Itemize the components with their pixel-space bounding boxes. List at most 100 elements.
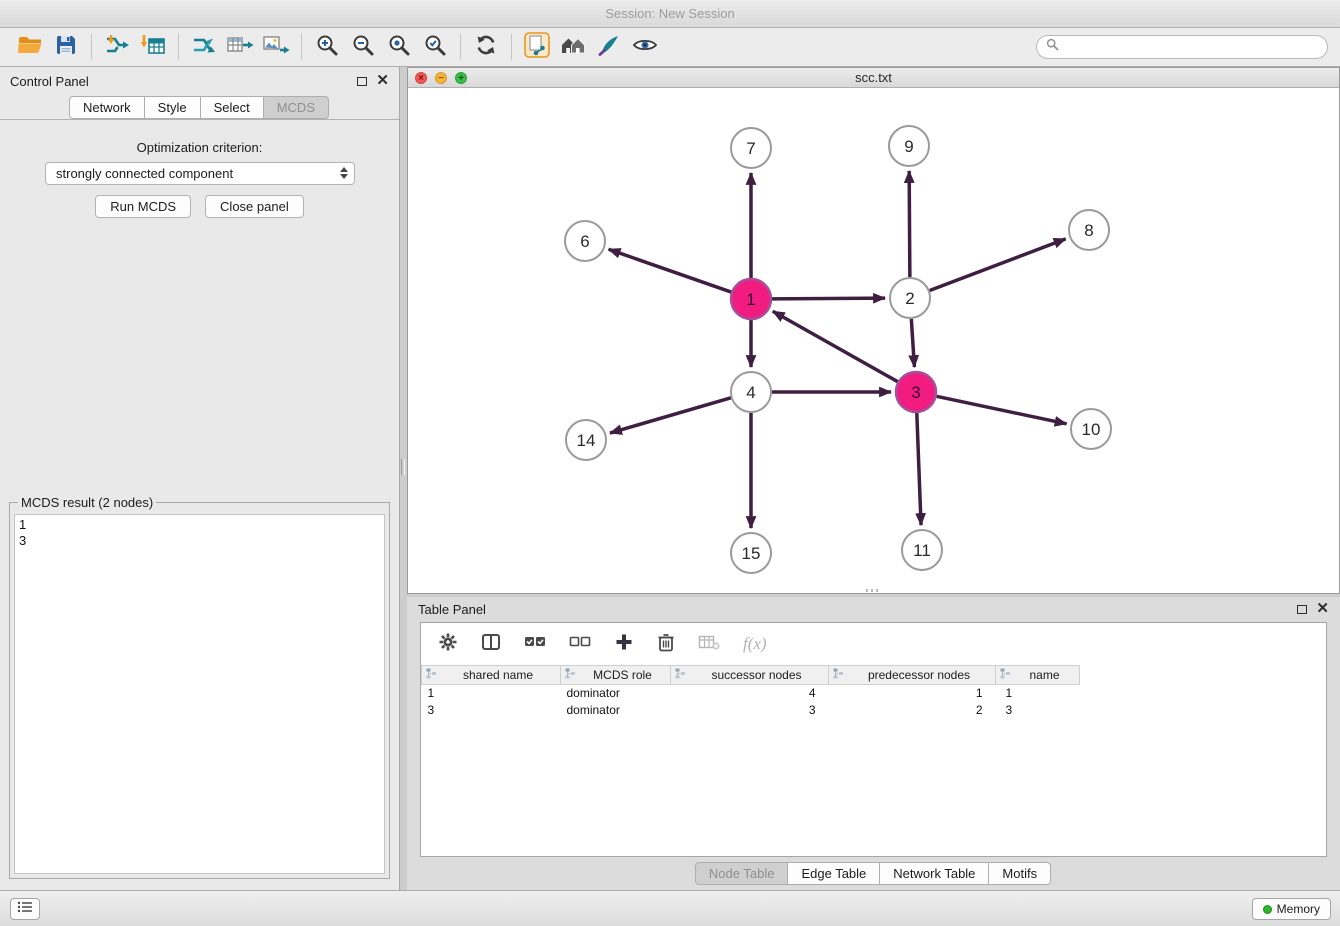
export-image-button[interactable] bbox=[258, 31, 294, 63]
task-history-button[interactable] bbox=[10, 898, 40, 920]
apply-style-icon bbox=[597, 33, 621, 62]
panel-splitter[interactable] bbox=[400, 67, 407, 890]
graph-edge-3-1[interactable] bbox=[773, 311, 898, 381]
network-snapshot-icon bbox=[524, 32, 550, 63]
graph-node-2[interactable]: 2 bbox=[890, 278, 930, 318]
search-field[interactable] bbox=[1036, 35, 1328, 59]
optimization-criterion-label: Optimization criterion: bbox=[0, 140, 399, 155]
graph-edge-4-14[interactable] bbox=[610, 398, 731, 433]
close-panel-icon[interactable]: ✕ bbox=[376, 76, 389, 86]
zoom-fit-icon bbox=[387, 33, 411, 62]
deselect-all-icon[interactable] bbox=[569, 633, 591, 656]
network-snapshot-button[interactable] bbox=[519, 31, 555, 63]
table-row[interactable]: 3dominator323 bbox=[422, 702, 1080, 719]
mcds-result-item[interactable]: 1 bbox=[19, 517, 380, 533]
apply-style-button[interactable] bbox=[591, 31, 627, 63]
tab-network[interactable]: Network bbox=[69, 96, 145, 119]
tab-network-table[interactable]: Network Table bbox=[879, 862, 989, 885]
column-header-successor-nodes[interactable]: successor nodes bbox=[671, 666, 829, 685]
graph-node-15[interactable]: 15 bbox=[731, 533, 771, 573]
open-session-button[interactable] bbox=[12, 31, 48, 63]
graph-edge-2-8[interactable] bbox=[930, 239, 1066, 291]
graph-node-1[interactable]: 1 bbox=[731, 279, 771, 319]
graph-node-9[interactable]: 9 bbox=[889, 126, 929, 166]
splitter-grip-icon bbox=[401, 459, 405, 475]
table-row[interactable]: 1dominator411 bbox=[422, 685, 1080, 702]
control-panel-tabs: NetworkStyleSelectMCDS bbox=[0, 95, 399, 120]
table-panel-header: Table Panel ✕ bbox=[407, 597, 1340, 621]
column-header-name[interactable]: name bbox=[996, 666, 1080, 685]
run-mcds-button[interactable]: Run MCDS bbox=[95, 195, 191, 218]
tab-select[interactable]: Select bbox=[200, 96, 264, 119]
graph-edge-3-10[interactable] bbox=[937, 396, 1067, 423]
tab-mcds[interactable]: MCDS bbox=[263, 96, 329, 119]
graph-edge-2-9[interactable] bbox=[909, 171, 910, 277]
graph-edge-3-11[interactable] bbox=[917, 413, 921, 525]
tab-motifs[interactable]: Motifs bbox=[988, 862, 1051, 885]
graph-edge-2-3[interactable] bbox=[911, 319, 914, 367]
float-table-panel-icon[interactable] bbox=[1297, 605, 1307, 614]
tab-style[interactable]: Style bbox=[144, 96, 201, 119]
settings-icon[interactable] bbox=[438, 632, 458, 657]
graph-node-14[interactable]: 14 bbox=[566, 420, 606, 460]
zoom-out-button[interactable] bbox=[345, 31, 381, 63]
tab-node-table[interactable]: Node Table bbox=[695, 862, 789, 885]
refresh-button[interactable] bbox=[468, 31, 504, 63]
graph-node-3[interactable]: 3 bbox=[896, 372, 936, 412]
graph-node-11[interactable]: 11 bbox=[902, 530, 942, 570]
svg-text:10: 10 bbox=[1082, 420, 1101, 439]
import-table-button[interactable] bbox=[135, 31, 171, 63]
show-graphics-details-button[interactable] bbox=[627, 31, 663, 63]
graph-edge-1-6[interactable] bbox=[609, 249, 732, 292]
control-panel-header: Control Panel ✕ bbox=[0, 67, 399, 95]
zoom-out-icon bbox=[351, 33, 375, 62]
sort-icon bbox=[426, 668, 437, 682]
tab-edge-table[interactable]: Edge Table bbox=[787, 862, 880, 885]
zoom-fit-button[interactable] bbox=[381, 31, 417, 63]
delete-column-icon[interactable] bbox=[657, 632, 675, 657]
delete-table-icon[interactable] bbox=[698, 633, 720, 656]
memory-button[interactable]: Memory bbox=[1252, 898, 1331, 920]
graph-node-4[interactable]: 4 bbox=[731, 372, 771, 412]
column-header-shared-name[interactable]: shared name bbox=[422, 666, 561, 685]
first-neighbors-button[interactable] bbox=[555, 31, 591, 63]
svg-text:4: 4 bbox=[746, 383, 755, 402]
sort-icon bbox=[1000, 668, 1011, 682]
close-panel-button[interactable]: Close panel bbox=[205, 195, 304, 218]
column-header-predecessor-nodes[interactable]: predecessor nodes bbox=[829, 666, 996, 685]
table-panel-tabs: Node TableEdge TableNetwork TableMotifs bbox=[407, 862, 1340, 885]
mcds-result-list[interactable]: 13 bbox=[14, 514, 385, 874]
search-input[interactable] bbox=[1064, 40, 1318, 55]
mcds-result-item[interactable]: 3 bbox=[19, 533, 380, 549]
graph-node-8[interactable]: 8 bbox=[1069, 210, 1109, 250]
float-panel-icon[interactable] bbox=[357, 77, 367, 86]
zoom-in-button[interactable] bbox=[309, 31, 345, 63]
new-network-button[interactable] bbox=[186, 31, 222, 63]
network-canvas[interactable]: 7 9 6 8 1 2 4 3 14 10 15 11 bbox=[408, 88, 1339, 593]
network-window-title: scc.txt bbox=[855, 70, 892, 85]
table-panel-title: Table Panel bbox=[418, 602, 486, 617]
close-window-icon[interactable]: × bbox=[415, 72, 427, 84]
toolbar-separator bbox=[301, 34, 302, 60]
maximize-window-icon[interactable]: + bbox=[455, 72, 467, 84]
graph-node-7[interactable]: 7 bbox=[731, 128, 771, 168]
function-builder-icon[interactable]: f(x) bbox=[743, 634, 767, 654]
graph-node-6[interactable]: 6 bbox=[565, 221, 605, 261]
toolbar-separator bbox=[91, 34, 92, 60]
add-column-icon[interactable] bbox=[614, 632, 634, 657]
export-network-button[interactable] bbox=[222, 31, 258, 63]
minimize-window-icon[interactable]: − bbox=[435, 72, 447, 84]
select-all-icon[interactable] bbox=[524, 633, 546, 656]
column-header-mcds-role[interactable]: MCDS role bbox=[561, 666, 671, 685]
table-panel-body: f(x) shared nameMCDS rolesuccessor nodes… bbox=[420, 622, 1327, 857]
save-session-button[interactable] bbox=[48, 31, 84, 63]
close-table-panel-icon[interactable]: ✕ bbox=[1316, 604, 1329, 614]
table-cell: 1 bbox=[422, 685, 561, 702]
column-icon[interactable] bbox=[481, 632, 501, 657]
zoom-selected-button[interactable] bbox=[417, 31, 453, 63]
graph-node-10[interactable]: 10 bbox=[1071, 409, 1111, 449]
network-window-titlebar[interactable]: × − + scc.txt bbox=[408, 68, 1339, 88]
graph-edge-1-2[interactable] bbox=[772, 298, 885, 299]
import-network-button[interactable] bbox=[99, 31, 135, 63]
criterion-select[interactable]: strongly connected component bbox=[45, 162, 355, 185]
